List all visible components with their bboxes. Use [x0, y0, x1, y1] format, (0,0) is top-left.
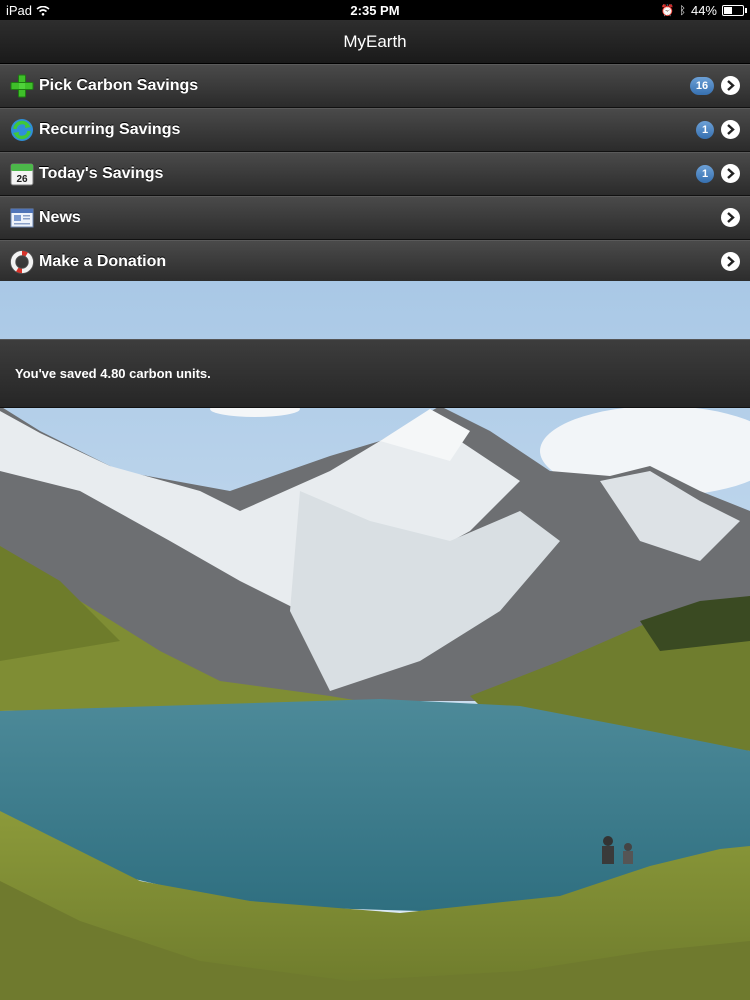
recurring-icon — [11, 119, 33, 141]
chevron-right-icon — [721, 164, 740, 183]
battery-icon — [722, 5, 747, 16]
menu-item-todays-savings[interactable]: 26 Today's Savings 1 — [0, 152, 750, 196]
battery-level — [724, 7, 732, 14]
status-bar: iPad 2:35 PM ⏰ ᛒ 44% — [0, 0, 750, 20]
bluetooth-icon: ᛒ — [679, 4, 686, 17]
menu-item-label: Recurring Savings — [39, 121, 181, 138]
menu-item-label: Make a Donation — [39, 253, 167, 270]
menu-item-label: Today's Savings — [39, 165, 164, 182]
page-title: MyEarth — [343, 32, 407, 51]
count-badge: 1 — [696, 165, 714, 183]
chevron-right-icon — [721, 208, 740, 227]
menu-item-make-a-donation[interactable]: Make a Donation — [0, 240, 750, 284]
menu-item-label: Pick Carbon Savings — [39, 77, 199, 94]
calendar-day: 26 — [16, 174, 28, 185]
plus-icon — [10, 74, 34, 98]
chevron-right-icon — [721, 120, 740, 139]
alarm-icon: ⏰ — [660, 5, 675, 17]
menu-item-pick-carbon-savings[interactable]: Pick Carbon Savings 16 — [0, 64, 750, 108]
battery-percent: 44% — [690, 3, 717, 18]
main-menu: Pick Carbon Savings 16 Recurring Savings… — [0, 64, 750, 284]
count-badge: 16 — [690, 77, 714, 95]
chevron-right-icon — [721, 252, 740, 271]
menu-item-recurring-savings[interactable]: Recurring Savings 1 — [0, 108, 750, 152]
nav-bar: MyEarth — [0, 20, 750, 64]
status-right: ⏰ ᛒ 44% — [660, 3, 747, 18]
news-icon — [10, 208, 34, 228]
menu-item-label: News — [39, 209, 81, 226]
savings-summary-panel: You've saved 4.80 carbon units. — [0, 339, 750, 408]
savings-summary-text: You've saved 4.80 carbon units. — [15, 366, 211, 381]
status-time: 2:35 PM — [350, 3, 400, 18]
calendar-icon: 26 — [10, 163, 34, 186]
chevron-right-icon — [721, 76, 740, 95]
menu-item-news[interactable]: News — [0, 196, 750, 240]
lifebuoy-icon — [10, 250, 34, 274]
count-badge: 1 — [696, 121, 714, 139]
